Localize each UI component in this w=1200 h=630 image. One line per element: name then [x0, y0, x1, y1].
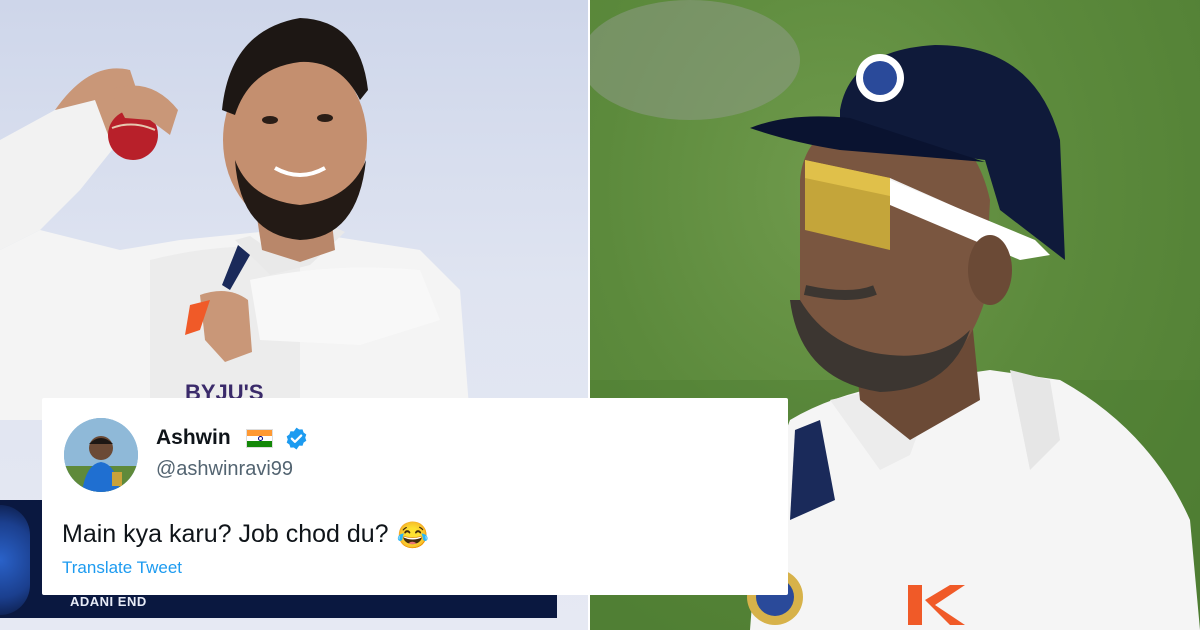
display-name[interactable]: Ashwin	[156, 426, 231, 450]
scoreboard-end-label: ADANI END	[70, 594, 147, 609]
verified-badge-icon	[286, 427, 307, 450]
broadcast-crest-icon	[0, 505, 30, 615]
avatar[interactable]	[64, 418, 138, 492]
user-handle[interactable]: @ashwinravi99	[156, 458, 293, 481]
india-flag-icon	[246, 429, 273, 448]
tweet-text: Main kya karu? Job chod du? 😂	[62, 520, 429, 549]
avatar-image	[64, 418, 138, 492]
laughing-tears-emoji-icon: 😂	[396, 519, 429, 550]
translate-tweet-link[interactable]: Translate Tweet	[62, 558, 182, 578]
tweet-card[interactable]: Ashwin @ashwinravi99 Main kya karu? Job …	[42, 398, 788, 595]
tweet-text-body: Main kya karu? Job chod du?	[62, 520, 389, 548]
